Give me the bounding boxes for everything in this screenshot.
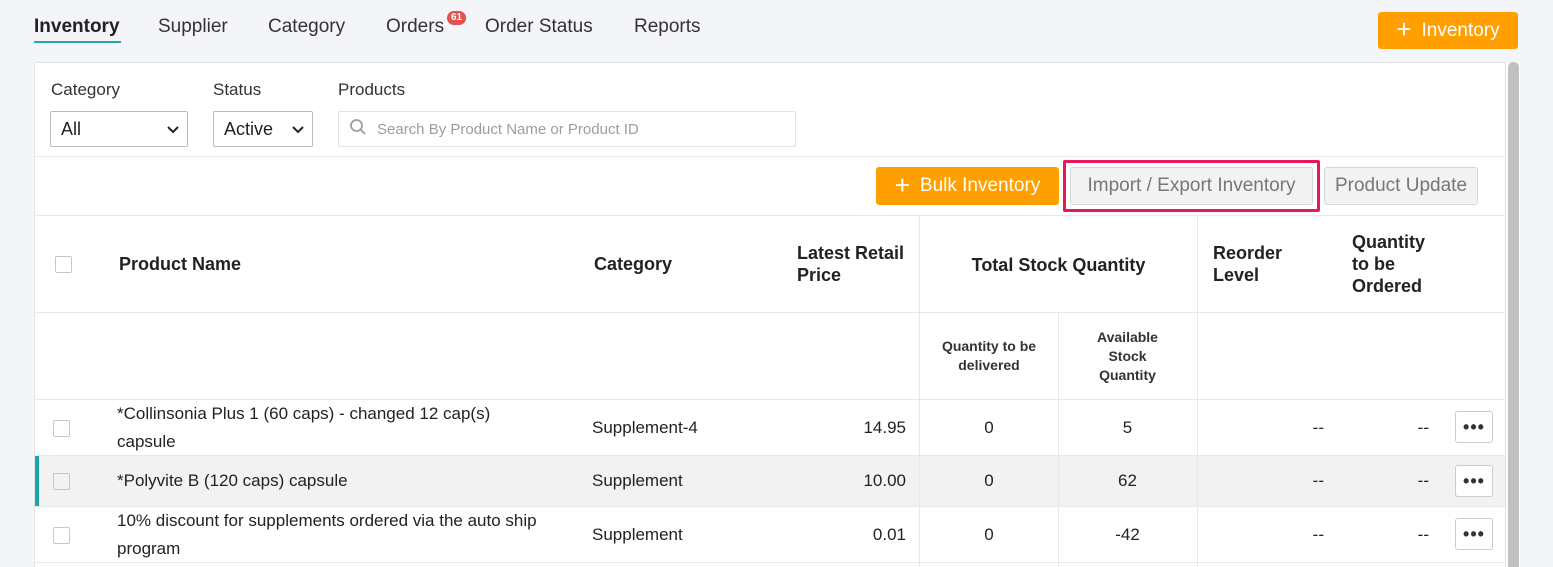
active-tab-indicator (34, 41, 121, 43)
price-cell: 10.00 (863, 471, 906, 490)
row-actions-button[interactable]: ••• (1455, 411, 1493, 443)
status-select-value: Active (224, 118, 274, 139)
header-available-line1: Available (1097, 329, 1158, 345)
tab-inventory[interactable]: Inventory (34, 16, 120, 38)
header-latest-retail-price[interactable]: Latest Retail Price (797, 242, 904, 286)
more-horizontal-icon: ••• (1463, 416, 1485, 437)
header-latest-retail-price-line1: Latest Retail (797, 243, 905, 263)
header-reorder-level[interactable]: Reorder Level (1213, 242, 1282, 286)
import-export-inventory-button[interactable]: Import / Export Inventory (1070, 167, 1313, 205)
row-selected-accent (35, 456, 39, 506)
chevron-down-icon (292, 122, 304, 137)
available-stock-cell: 62 (1118, 471, 1137, 490)
row-checkbox[interactable] (53, 527, 70, 544)
bulk-inventory-label: Bulk Inventory (919, 175, 1041, 196)
category-select[interactable]: All (50, 111, 188, 147)
header-qty-delivered-line2: delivered (958, 357, 1020, 373)
more-horizontal-icon: ••• (1463, 470, 1485, 491)
search-placeholder: Search By Product Name or Product ID (377, 120, 639, 138)
tab-orders[interactable]: Orders (386, 16, 444, 38)
bulk-inventory-button[interactable]: + Bulk Inventory (876, 167, 1059, 205)
qty-to-order-cell: -- (1417, 525, 1429, 544)
add-inventory-label: Inventory (1421, 19, 1500, 41)
plus-icon: + (1396, 14, 1412, 44)
header-available-stock-quantity[interactable]: Available Stock Quantity (1058, 328, 1197, 385)
qty-to-deliver-cell: 0 (984, 418, 994, 437)
tab-category[interactable]: Category (268, 16, 345, 38)
category-select-value: All (61, 118, 82, 139)
header-reorder-level-line1: Reorder (1213, 243, 1283, 263)
column-divider (1197, 216, 1198, 567)
plus-icon: + (894, 169, 910, 200)
header-product-name[interactable]: Product Name (119, 253, 241, 275)
available-stock-cell: -42 (1115, 525, 1140, 544)
category-cell: Supplement (592, 471, 683, 490)
product-update-button[interactable]: Product Update (1324, 167, 1478, 205)
category-cell: Supplement (592, 525, 683, 544)
more-horizontal-icon: ••• (1463, 523, 1485, 544)
row-actions-button[interactable]: ••• (1455, 518, 1493, 550)
header-category[interactable]: Category (594, 253, 672, 275)
product-name-cell[interactable]: *Collinsonia Plus 1 (60 caps) - changed … (117, 400, 490, 456)
header-qty-order-line2: to be (1352, 254, 1395, 274)
qty-to-order-cell: -- (1417, 418, 1429, 437)
divider (35, 312, 1505, 313)
available-stock-cell: 5 (1122, 418, 1133, 437)
divider (35, 215, 1505, 216)
category-filter-label: Category (51, 80, 120, 99)
header-total-stock-quantity: Total Stock Quantity (971, 255, 1146, 275)
price-cell: 14.95 (863, 418, 906, 437)
column-divider (919, 216, 920, 567)
product-name-line2: capsule (117, 432, 176, 451)
chevron-down-icon (167, 122, 179, 137)
products-filter-label: Products (338, 80, 406, 99)
scrollbar-thumb[interactable] (1508, 62, 1519, 567)
divider (35, 562, 1505, 563)
product-name-line1: *Collinsonia Plus 1 (60 caps) - changed … (117, 404, 491, 423)
header-quantity-to-be-delivered[interactable]: Quantity to be delivered (920, 337, 1058, 375)
reorder-level-cell: -- (1312, 525, 1324, 544)
orders-count-badge: 61 (447, 11, 466, 25)
status-select[interactable]: Active (213, 111, 313, 147)
product-name-line1: *Polyvite B (120 caps) capsule (117, 471, 348, 490)
header-latest-retail-price-line2: Price (797, 265, 842, 285)
header-available-line2: Stock (1108, 348, 1147, 364)
product-name-line2: program (117, 539, 181, 558)
header-reorder-level-line2: Level (1213, 265, 1260, 285)
tab-supplier[interactable]: Supplier (158, 16, 228, 38)
column-divider (1197, 456, 1198, 506)
qty-to-deliver-cell: 0 (984, 471, 994, 490)
header-qty-order-line1: Quantity (1352, 232, 1426, 252)
product-name-line1: 10% discount for supplements ordered via… (117, 511, 537, 530)
product-name-cell[interactable]: 10% discount for supplements ordered via… (117, 507, 537, 563)
search-icon (349, 118, 367, 140)
row-checkbox[interactable] (53, 473, 70, 490)
tab-reports[interactable]: Reports (634, 16, 701, 38)
product-search-input[interactable]: Search By Product Name or Product ID (338, 111, 796, 147)
select-all-checkbox[interactable] (55, 256, 72, 273)
header-quantity-to-be-ordered[interactable]: Quantity to be Ordered (1352, 231, 1425, 297)
divider (35, 156, 1505, 157)
category-cell: Supplement-4 (592, 418, 698, 437)
qty-to-deliver-cell: 0 (984, 525, 994, 544)
reorder-level-cell: -- (1312, 418, 1324, 437)
top-nav: Inventory Supplier Category Orders 61 Or… (0, 0, 1553, 58)
tab-order-status[interactable]: Order Status (485, 16, 593, 38)
row-actions-button[interactable]: ••• (1455, 465, 1493, 497)
row-checkbox[interactable] (53, 420, 70, 437)
qty-to-order-cell: -- (1417, 471, 1429, 490)
header-qty-delivered-line1: Quantity to be (941, 338, 1037, 354)
price-cell: 0.01 (872, 525, 906, 544)
status-filter-label: Status (213, 80, 262, 99)
product-name-cell[interactable]: *Polyvite B (120 caps) capsule (117, 467, 348, 495)
header-available-line3: Quantity (1099, 367, 1156, 383)
reorder-level-cell: -- (1312, 471, 1324, 490)
add-inventory-button[interactable]: + Inventory (1378, 12, 1518, 49)
header-qty-order-line3: Ordered (1352, 276, 1423, 296)
